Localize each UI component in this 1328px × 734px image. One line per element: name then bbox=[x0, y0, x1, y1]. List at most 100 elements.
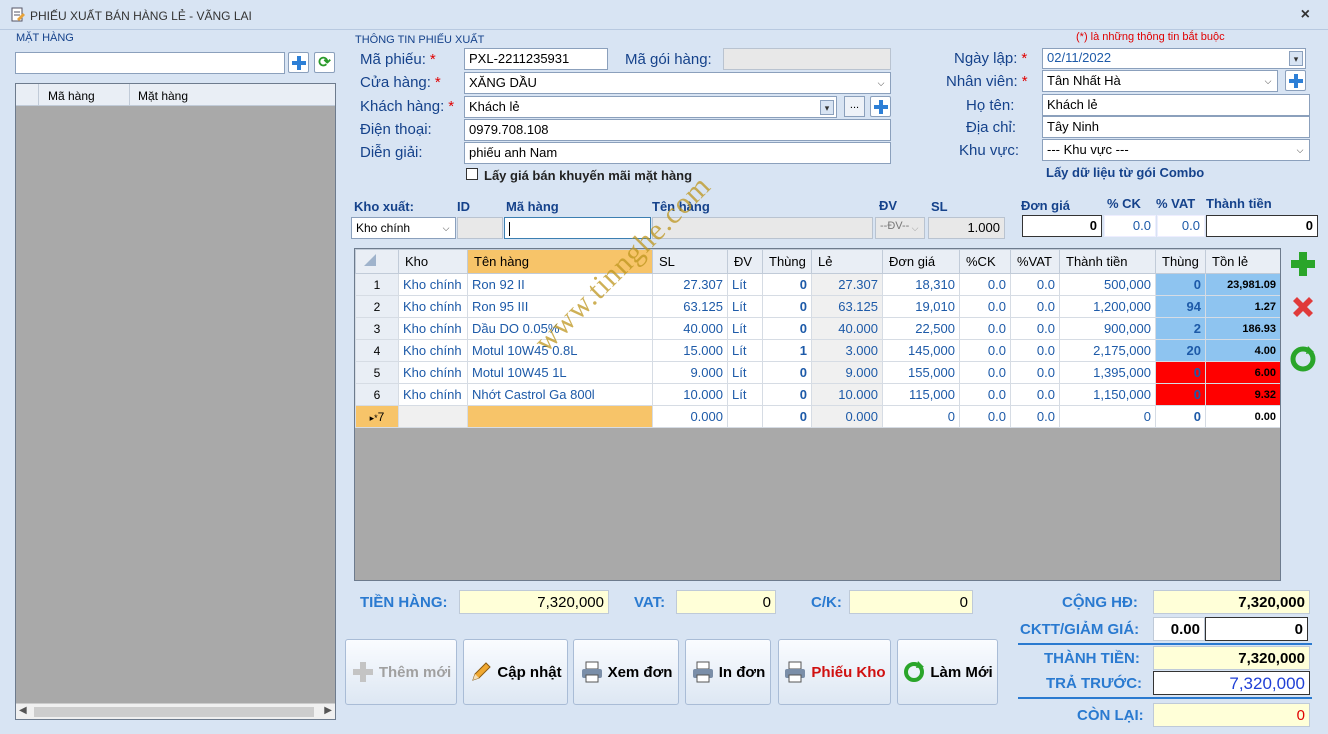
cell-kho[interactable]: Kho chính bbox=[398, 383, 468, 406]
cell-sl[interactable]: 9.000 bbox=[652, 361, 728, 384]
cell-thanh-tien[interactable]: 2,175,000 bbox=[1059, 339, 1156, 362]
cell-thung[interactable]: 0 bbox=[762, 295, 812, 318]
cell-sl[interactable]: 63.125 bbox=[652, 295, 728, 318]
cell-thung[interactable]: 0 bbox=[762, 361, 812, 384]
cell-dv[interactable]: Lít bbox=[727, 295, 763, 318]
col-ma-hang[interactable]: Mã hàng bbox=[48, 89, 95, 103]
phieu-kho-button[interactable]: Phiếu Kho bbox=[778, 639, 891, 705]
ma-phieu-input[interactable]: PXL-2211235931 bbox=[464, 48, 608, 70]
table-row[interactable]: 5 Kho chính Motul 10W45 1L 9.000 Lít 0 9… bbox=[355, 361, 1280, 384]
cell-ten-hang[interactable]: Motul 10W45 1L bbox=[467, 361, 653, 384]
cell-dv[interactable]: Lít bbox=[727, 273, 763, 296]
order-lines-grid[interactable]: Kho Tên hàng SL ĐV Thùng Lẻ Đơn giá %CK … bbox=[354, 248, 1281, 581]
col-ton-le[interactable]: Tồn lẻ bbox=[1205, 249, 1280, 274]
cell-vat[interactable]: 0.0 bbox=[1010, 273, 1060, 296]
col-sl[interactable]: SL bbox=[652, 249, 728, 274]
cell-thanh-tien[interactable]: 1,150,000 bbox=[1059, 383, 1156, 406]
cell-sl[interactable]: 0.000 bbox=[652, 405, 728, 428]
chevron-down-icon[interactable]: ⌵ bbox=[1293, 143, 1307, 158]
khuyen-mai-checkbox[interactable] bbox=[466, 168, 478, 180]
cell-thung[interactable]: 0 bbox=[762, 273, 812, 296]
cell-don-gia[interactable]: 115,000 bbox=[882, 383, 960, 406]
col-le[interactable]: Lẻ bbox=[811, 249, 883, 274]
cell-sl[interactable]: 10.000 bbox=[652, 383, 728, 406]
cell-don-gia[interactable]: 145,000 bbox=[882, 339, 960, 362]
product-list-grid[interactable]: Mã hàng Mặt hàng ◀ ▶ bbox=[15, 83, 336, 720]
cell-ck[interactable]: 0.0 bbox=[959, 405, 1011, 428]
cell-vat[interactable]: 0.0 bbox=[1010, 317, 1060, 340]
cell-dv[interactable] bbox=[727, 405, 763, 428]
dv-select[interactable]: --ĐV-- ⌵ bbox=[875, 217, 925, 239]
col-kho[interactable]: Kho bbox=[398, 249, 468, 274]
dia-chi-input[interactable]: Tây Ninh bbox=[1042, 116, 1310, 138]
cap-nhat-button[interactable]: Cập nhật bbox=[463, 639, 568, 705]
cell-vat[interactable]: 0.0 bbox=[1010, 361, 1060, 384]
cell-ck[interactable]: 0.0 bbox=[959, 361, 1011, 384]
cell-vat[interactable]: 0.0 bbox=[1010, 295, 1060, 318]
refresh-products-button[interactable]: ⟳ bbox=[314, 52, 335, 73]
scroll-left-icon[interactable]: ◀ bbox=[19, 705, 27, 716]
cell-kho[interactable]: Kho chính bbox=[398, 339, 468, 362]
chevron-down-icon[interactable]: ⌵ bbox=[874, 76, 888, 91]
col-ck[interactable]: %CK bbox=[959, 249, 1011, 274]
cell-don-gia[interactable]: 155,000 bbox=[882, 361, 960, 384]
combo-link[interactable]: Lấy dữ liệu từ gói Combo bbox=[1046, 165, 1204, 180]
in-don-button[interactable]: In đơn bbox=[685, 639, 771, 705]
cell-kho[interactable]: Kho chính bbox=[398, 295, 468, 318]
cell-vat[interactable]: 0.0 bbox=[1010, 383, 1060, 406]
dien-giai-input[interactable]: phiếu anh Nam bbox=[464, 142, 891, 164]
cell-ck[interactable]: 0.0 bbox=[959, 339, 1011, 362]
col-mat-hang[interactable]: Mặt hàng bbox=[138, 89, 188, 103]
chevron-down-icon[interactable]: ⌵ bbox=[1261, 74, 1275, 89]
col-thung[interactable]: Thùng bbox=[762, 249, 812, 274]
cell-thanh-tien[interactable]: 0 bbox=[1059, 405, 1156, 428]
cell-thanh-tien[interactable]: 500,000 bbox=[1059, 273, 1156, 296]
cell-dv[interactable]: Lít bbox=[727, 339, 763, 362]
ck-input[interactable]: 0.0 bbox=[1104, 215, 1156, 237]
cell-thanh-tien[interactable]: 1,395,000 bbox=[1059, 361, 1156, 384]
product-search-input[interactable] bbox=[15, 52, 285, 74]
add-employee-button[interactable] bbox=[1285, 70, 1306, 91]
table-row[interactable]: 2 Kho chính Ron 95 III 63.125 Lít 0 63.1… bbox=[355, 295, 1280, 318]
cell-kho[interactable]: Kho chính bbox=[398, 361, 468, 384]
cell-thung[interactable]: 0 bbox=[762, 405, 812, 428]
cell-don-gia[interactable]: 0 bbox=[882, 405, 960, 428]
refresh-lines-button[interactable] bbox=[1288, 344, 1318, 374]
cell-ck[interactable]: 0.0 bbox=[959, 273, 1011, 296]
scroll-thumb[interactable] bbox=[34, 707, 314, 717]
table-row[interactable]: 3 Kho chính Dầu DO 0.05% 40.000 Lít 0 40… bbox=[355, 317, 1280, 340]
khach-hang-select[interactable]: Khách lẻ ▾ bbox=[464, 96, 837, 118]
cell-le[interactable]: 10.000 bbox=[811, 383, 883, 406]
table-row[interactable]: 1 Kho chính Ron 92 II 27.307 Lít 0 27.30… bbox=[355, 273, 1280, 296]
ckgg-percent-input[interactable]: 0.00 bbox=[1153, 617, 1205, 641]
cell-vat[interactable]: 0.0 bbox=[1010, 405, 1060, 428]
cell-don-gia[interactable]: 22,500 bbox=[882, 317, 960, 340]
kho-xuat-select[interactable]: Kho chính ⌵ bbox=[351, 217, 456, 239]
cell-thung[interactable]: 0 bbox=[762, 383, 812, 406]
xem-don-button[interactable]: Xem đơn bbox=[573, 639, 679, 705]
ma-goi-input[interactable] bbox=[723, 48, 891, 70]
thanh-tien-input[interactable]: 0 bbox=[1206, 215, 1318, 237]
khu-vuc-select[interactable]: --- Khu vực --- ⌵ bbox=[1042, 139, 1310, 161]
cell-kho[interactable] bbox=[398, 405, 468, 428]
close-button[interactable]: × bbox=[1301, 6, 1310, 24]
col-vat[interactable]: %VAT bbox=[1010, 249, 1060, 274]
table-row[interactable]: 4 Kho chính Motul 10W45 0.8L 15.000 Lít … bbox=[355, 339, 1280, 362]
cua-hang-select[interactable]: XĂNG DẦU ⌵ bbox=[464, 72, 891, 94]
ngay-lap-input[interactable]: 02/11/2022 ▾ bbox=[1042, 48, 1306, 69]
new-row[interactable]: ▸*7 0.000 0 0.000 0 0.0 0.0 0 0 0.00 bbox=[355, 405, 1280, 428]
browse-customer-button[interactable]: ... bbox=[844, 96, 865, 117]
cell-don-gia[interactable]: 18,310 bbox=[882, 273, 960, 296]
dropdown-arrow-icon[interactable]: ▾ bbox=[820, 100, 834, 115]
cell-thung[interactable]: 0 bbox=[762, 317, 812, 340]
cell-don-gia[interactable]: 19,010 bbox=[882, 295, 960, 318]
chevron-down-icon[interactable]: ⌵ bbox=[908, 221, 922, 236]
tra-truoc-input[interactable]: 7,320,000 bbox=[1153, 671, 1310, 695]
ho-ten-input[interactable]: Khách lẻ bbox=[1042, 94, 1310, 116]
cell-thanh-tien[interactable]: 900,000 bbox=[1059, 317, 1156, 340]
add-customer-button[interactable] bbox=[870, 96, 891, 117]
cell-kho[interactable]: Kho chính bbox=[398, 273, 468, 296]
cell-vat[interactable]: 0.0 bbox=[1010, 339, 1060, 362]
delete-line-button[interactable] bbox=[1288, 292, 1318, 322]
cell-dv[interactable]: Lít bbox=[727, 361, 763, 384]
